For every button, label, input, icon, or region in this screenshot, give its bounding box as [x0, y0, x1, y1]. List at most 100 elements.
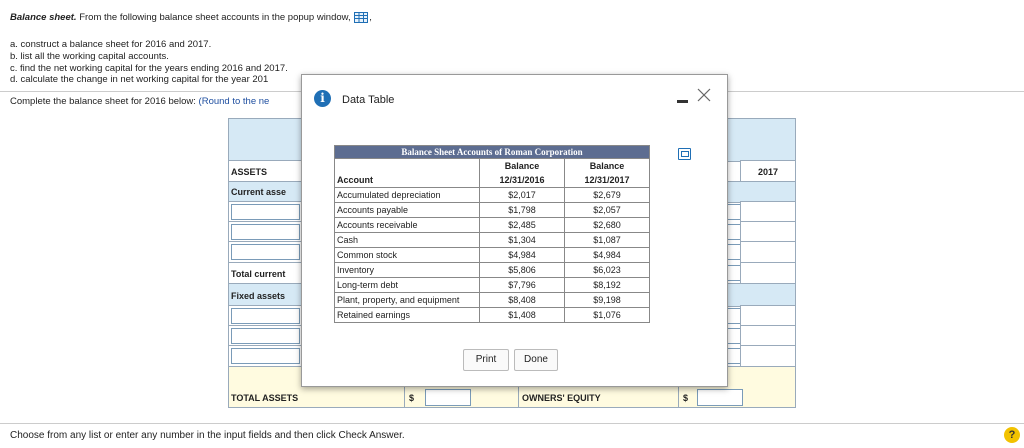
row-account: Accumulated depreciation	[334, 187, 480, 203]
row-account: Accounts payable	[334, 202, 480, 218]
asset-value-input-1[interactable]	[727, 204, 741, 220]
table-row: Inventory $5,806 $6,023	[334, 262, 650, 278]
data-table-popup: i Data Table Balance Sheet Accounts of R…	[301, 74, 728, 387]
table-row: Common stock $4,984 $4,984	[334, 247, 650, 263]
asset-value-input-3[interactable]	[727, 244, 741, 260]
minimize-button[interactable]	[676, 91, 690, 105]
table-row: Plant, property, and equipment $8,408 $9…	[334, 292, 650, 308]
header-account: Account	[334, 173, 480, 188]
help-button[interactable]: ?	[1004, 427, 1020, 443]
instruction: Complete the balance sheet for 2016 belo…	[10, 96, 269, 107]
header-col1-top: Balance	[479, 158, 565, 173]
row-2017: $1,087	[564, 232, 650, 248]
row-2017: $1,076	[564, 307, 650, 323]
done-button[interactable]: Done	[514, 349, 558, 371]
fixed-name-input-2[interactable]	[231, 328, 300, 344]
row-account: Plant, property, and equipment	[334, 292, 480, 308]
current-assets-label: Current asse	[231, 187, 287, 197]
table-row: Long-term debt $7,796 $8,192	[334, 277, 650, 293]
fixed-value-input-3[interactable]	[727, 348, 741, 364]
table-caption: Balance Sheet Accounts of Roman Corporat…	[334, 145, 650, 159]
row-2017: $2,680	[564, 217, 650, 233]
ws-row-cell-right	[740, 241, 796, 263]
table-row: Cash $1,304 $1,087	[334, 232, 650, 248]
table-row: Retained earnings $1,408 $1,076	[334, 307, 650, 323]
minimize-icon	[677, 100, 688, 103]
ws-fixed-assets-row-right	[727, 283, 796, 307]
footer-divider	[0, 423, 1024, 424]
ws-row-cell-right	[740, 345, 796, 367]
data-table-icon[interactable]	[354, 12, 369, 23]
row-2017: $4,984	[564, 247, 650, 263]
ws-current-assets-row-right	[727, 181, 796, 203]
assets-label: ASSETS	[231, 167, 268, 177]
row-account: Inventory	[334, 262, 480, 278]
row-2016: $8,408	[479, 292, 565, 308]
question-title: Balance sheet. From the following balanc…	[10, 12, 372, 23]
header-col2-top: Balance	[564, 158, 650, 173]
fixed-name-input-3[interactable]	[231, 348, 300, 364]
close-button[interactable]	[696, 87, 712, 103]
ws-header-right	[727, 118, 796, 162]
row-2017: $2,057	[564, 202, 650, 218]
table-row: Accounts payable $1,798 $2,057	[334, 202, 650, 218]
fixed-value-input-2[interactable]	[727, 328, 741, 344]
question-item-c: c. find the net working capital for the …	[10, 63, 288, 74]
fixed-name-input-1[interactable]	[231, 308, 300, 324]
balance-sheet-data-table: Balance Sheet Accounts of Roman Corporat…	[334, 145, 650, 323]
row-account: Cash	[334, 232, 480, 248]
copy-table-icon[interactable]	[678, 148, 691, 160]
fixed-assets-label: Fixed assets	[231, 291, 286, 301]
total-current-label: Total current	[231, 269, 286, 279]
asset-name-input-2[interactable]	[231, 224, 300, 240]
row-account: Common stock	[334, 247, 480, 263]
row-2017: $8,192	[564, 277, 650, 293]
total-current-input[interactable]	[727, 265, 741, 281]
row-2016: $2,017	[479, 187, 565, 203]
row-account: Retained earnings	[334, 307, 480, 323]
row-account: Accounts receivable	[334, 217, 480, 233]
year-2017-label: 2017	[758, 167, 779, 177]
asset-name-input-1[interactable]	[231, 204, 300, 220]
ws-row-cell-right	[740, 221, 796, 243]
row-2016: $1,798	[479, 202, 565, 218]
info-icon: i	[314, 90, 331, 107]
question-title-text: From the following balance sheet account…	[79, 12, 351, 24]
question-item-a: a. construct a balance sheet for 2016 an…	[10, 39, 212, 50]
row-2016: $7,796	[479, 277, 565, 293]
instruction-note: (Round to the ne	[198, 96, 270, 107]
header-col2-bottom: 12/31/2017	[564, 173, 650, 188]
row-2017: $9,198	[564, 292, 650, 308]
ws-header-left	[228, 118, 302, 162]
row-2017: $2,679	[564, 187, 650, 203]
ws-row-cell-right	[740, 201, 796, 223]
dollar-sign-2: $	[683, 393, 689, 403]
owners-equity-label: OWNERS' EQUITY	[522, 393, 601, 403]
row-2016: $2,485	[479, 217, 565, 233]
ws-row-cell-right	[740, 305, 796, 327]
table-row: Accumulated depreciation $2,017 $2,679	[334, 187, 650, 203]
total-assets-label: TOTAL ASSETS	[231, 393, 299, 403]
ws-row-cell-right	[740, 325, 796, 347]
close-icon	[697, 88, 711, 102]
table-row: Accounts receivable $2,485 $2,680	[334, 217, 650, 233]
question-title-bold: Balance sheet.	[10, 12, 77, 24]
header-col1-bottom: 12/31/2016	[479, 173, 565, 188]
row-account: Long-term debt	[334, 277, 480, 293]
print-button[interactable]: Print	[463, 349, 509, 371]
asset-value-input-2[interactable]	[727, 224, 741, 240]
row-2016: $1,304	[479, 232, 565, 248]
row-2017: $6,023	[564, 262, 650, 278]
question-title-end: ,	[369, 12, 372, 24]
row-2016: $5,806	[479, 262, 565, 278]
total-assets-input[interactable]	[425, 389, 471, 406]
popup-title: Data Table	[342, 94, 395, 106]
ws-row-cell-right	[740, 262, 796, 284]
question-item-b: b. list all the working capital accounts…	[10, 51, 169, 62]
fixed-value-input-1[interactable]	[727, 308, 741, 324]
asset-name-input-3[interactable]	[231, 244, 300, 260]
dollar-sign: $	[409, 393, 415, 403]
row-2016: $1,408	[479, 307, 565, 323]
owners-equity-input[interactable]	[697, 389, 743, 406]
question-item-d: d. calculate the change in net working c…	[10, 74, 269, 85]
